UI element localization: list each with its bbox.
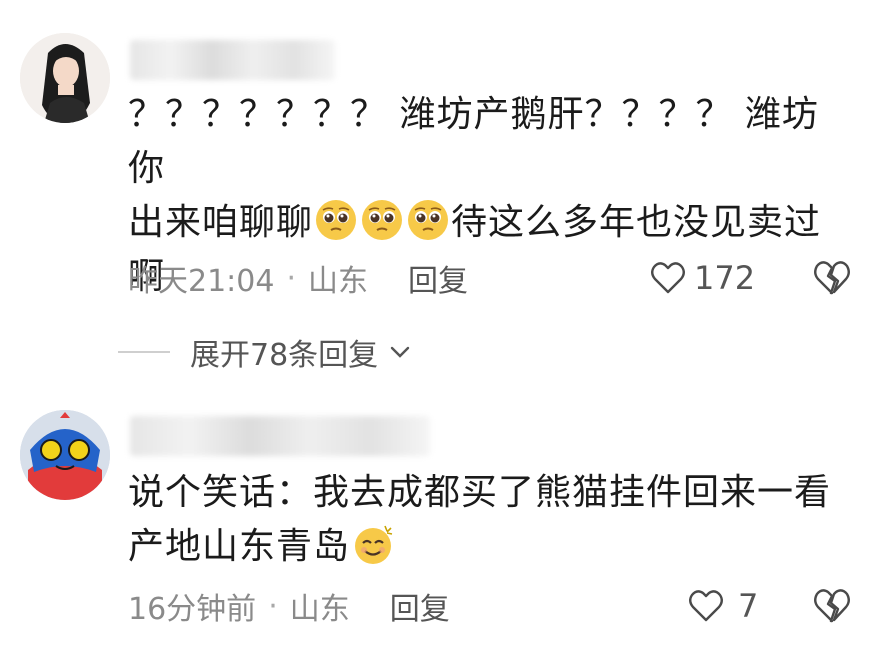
comment-text-segment: 出来咱聊聊	[128, 202, 314, 243]
reply-button[interactable]: 回复	[408, 256, 468, 300]
comment-time: 昨天21:04	[128, 264, 275, 299]
comment-text-line: ？？？？？？？ 潍坊产鹅肝？？？？ 潍坊你	[128, 94, 819, 189]
comment-text: 说个笑话：我去成都买了熊猫挂件回来一看 产地山东青岛	[128, 466, 844, 574]
broken-heart-icon[interactable]	[810, 256, 854, 300]
comment-text-segment: 产地山东青岛	[128, 526, 351, 567]
comment-location: 山东	[308, 264, 369, 299]
expand-divider	[118, 351, 170, 353]
comment-1: ？？？？？？？ 潍坊产鹅肝？？？？ 潍坊你 出来咱聊聊 待这么多年也没见卖过 啊…	[0, 0, 874, 320]
username-blurred[interactable]	[130, 40, 335, 80]
pleading-face-icon	[316, 200, 357, 240]
comment-2: 说个笑话：我去成都买了熊猫挂件回来一看 产地山东青岛 16分钟前 · 山东 回复…	[0, 390, 874, 646]
comment-location: 山东	[289, 592, 350, 627]
like-button[interactable]: 172	[648, 256, 755, 300]
comment-time: 16分钟前	[128, 592, 257, 627]
expand-replies-label: 展开78条回复	[190, 338, 379, 373]
avatar-cartoon-icon	[20, 410, 110, 500]
broken-heart-icon[interactable]	[810, 584, 854, 628]
expand-replies-button[interactable]: 展开78条回复	[118, 330, 414, 374]
dizzy-smile-icon	[355, 525, 393, 564]
comment-text-segment: 待这么多年也没见卖过	[451, 202, 822, 243]
meta-separator: ·	[268, 588, 278, 624]
pleading-face-icon	[362, 200, 403, 240]
username-blurred[interactable]	[130, 416, 430, 456]
reply-button[interactable]: 回复	[390, 584, 450, 628]
like-count: 7	[738, 587, 759, 625]
pleading-face-icon	[408, 200, 449, 240]
heart-icon	[651, 262, 685, 294]
avatar-photo-icon	[20, 33, 110, 123]
user-avatar[interactable]	[20, 410, 110, 500]
meta-separator: ·	[286, 260, 297, 296]
comment-text-line: 说个笑话：我去成都买了熊猫挂件回来一看	[128, 472, 832, 513]
like-button[interactable]: 7	[686, 584, 758, 628]
like-count: 172	[694, 259, 756, 297]
user-avatar[interactable]	[20, 33, 110, 123]
chevron-down-icon	[390, 346, 410, 358]
comment-text-line: 产地山东青岛	[128, 520, 844, 574]
heart-icon	[689, 590, 723, 622]
comment-text-line: 出来咱聊聊 待这么多年也没见卖过	[128, 196, 844, 250]
